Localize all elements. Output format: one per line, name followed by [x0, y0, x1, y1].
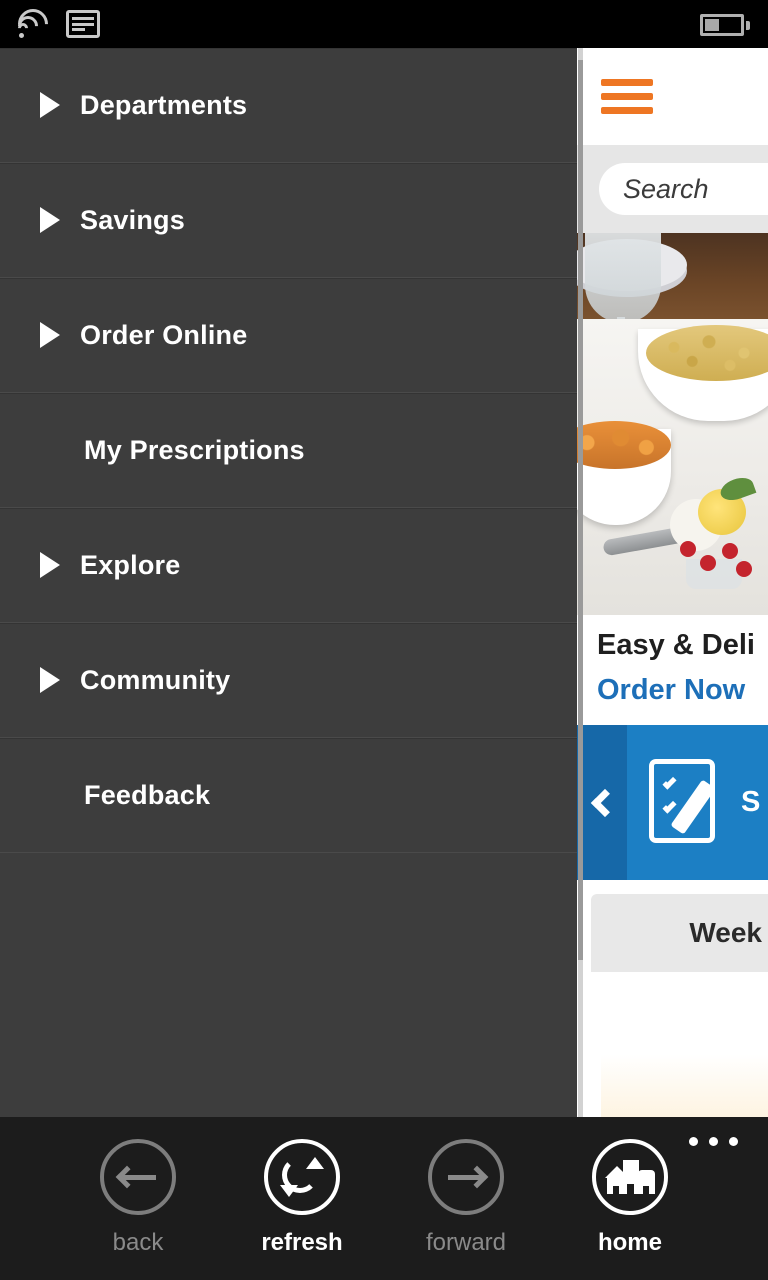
search-bar: Search: [577, 145, 768, 233]
hero-food-image: [577, 233, 768, 615]
sidebar-item-label: Order Online: [80, 319, 248, 350]
sidebar-item-label: Departments: [80, 89, 248, 120]
promo-title: Easy & Deli: [597, 629, 755, 661]
phone-screen: Departments Savings Order Online My Pres…: [0, 0, 768, 1280]
web-content-panel[interactable]: Search Easy & Deli Order Now S Week: [577, 48, 768, 1117]
site-header: [577, 48, 768, 145]
forward-button[interactable]: forward: [410, 1139, 522, 1257]
refresh-button-circle: [264, 1139, 340, 1215]
browser-navigation-bar: back refresh forward home: [0, 1117, 768, 1280]
back-button-circle: [100, 1139, 176, 1215]
sidebar-item-label: Savings: [80, 204, 185, 235]
sidebar-item-label: My Prescriptions: [84, 434, 305, 465]
forward-button-label: forward: [425, 1229, 507, 1256]
weekly-ad-header: Week: [591, 894, 768, 972]
chevron-right-icon: [40, 322, 60, 348]
battery-icon: [700, 14, 750, 36]
arrow-right-icon: [446, 1163, 489, 1191]
sidebar-item-explore[interactable]: Explore: [0, 508, 577, 623]
sidebar-item-feedback[interactable]: Feedback: [0, 738, 577, 853]
sidebar-item-community[interactable]: Community: [0, 623, 577, 738]
status-bar: [0, 0, 768, 48]
wifi-icon: [11, 2, 55, 46]
ellipsis-icon[interactable]: [689, 1137, 738, 1146]
weekly-ad-title: Week: [689, 917, 762, 948]
chevron-left-icon: [590, 788, 620, 817]
refresh-icon: [280, 1155, 324, 1199]
chevron-right-icon: [40, 667, 60, 693]
search-input[interactable]: Search: [599, 163, 768, 215]
refresh-button-label: refresh: [261, 1229, 343, 1256]
refresh-button[interactable]: refresh: [246, 1139, 358, 1257]
home-buildings-icon: [605, 1160, 655, 1194]
navigation-drawer: Departments Savings Order Online My Pres…: [0, 48, 577, 1117]
banner-text: S: [741, 786, 761, 818]
chevron-right-icon: [40, 552, 60, 578]
promo-carousel-banner[interactable]: S: [577, 725, 768, 880]
forward-button-circle: [428, 1139, 504, 1215]
sidebar-item-order-online[interactable]: Order Online: [0, 278, 577, 393]
clipboard-pencil-icon: [649, 758, 727, 847]
order-now-link[interactable]: Order Now: [597, 674, 768, 707]
chevron-right-icon: [40, 207, 60, 233]
sidebar-item-label: Feedback: [84, 779, 211, 810]
sidebar-item-my-prescriptions[interactable]: My Prescriptions: [0, 393, 577, 508]
weekly-ad-body: [601, 972, 768, 1117]
sidebar-item-label: Explore: [80, 549, 181, 580]
hamburger-menu-icon[interactable]: [601, 79, 653, 114]
arrow-left-icon: [115, 1163, 158, 1191]
back-button-label: back: [112, 1229, 164, 1256]
promo-block: Easy & Deli Order Now: [577, 615, 768, 725]
sidebar-item-label: Community: [80, 664, 231, 695]
home-button-label: home: [597, 1229, 662, 1256]
back-button[interactable]: back: [82, 1139, 194, 1257]
sim-card-icon: [66, 10, 100, 38]
carousel-prev-button[interactable]: [577, 725, 627, 880]
home-button-circle: [592, 1139, 668, 1215]
chevron-right-icon: [40, 92, 60, 118]
weekly-ad-card[interactable]: Week: [577, 880, 768, 1117]
content-scrollbar-thumb[interactable]: [578, 60, 583, 960]
status-left-icons: [11, 2, 100, 46]
sidebar-item-departments[interactable]: Departments: [0, 48, 577, 163]
sidebar-item-savings[interactable]: Savings: [0, 163, 577, 278]
home-button[interactable]: home: [574, 1139, 686, 1257]
